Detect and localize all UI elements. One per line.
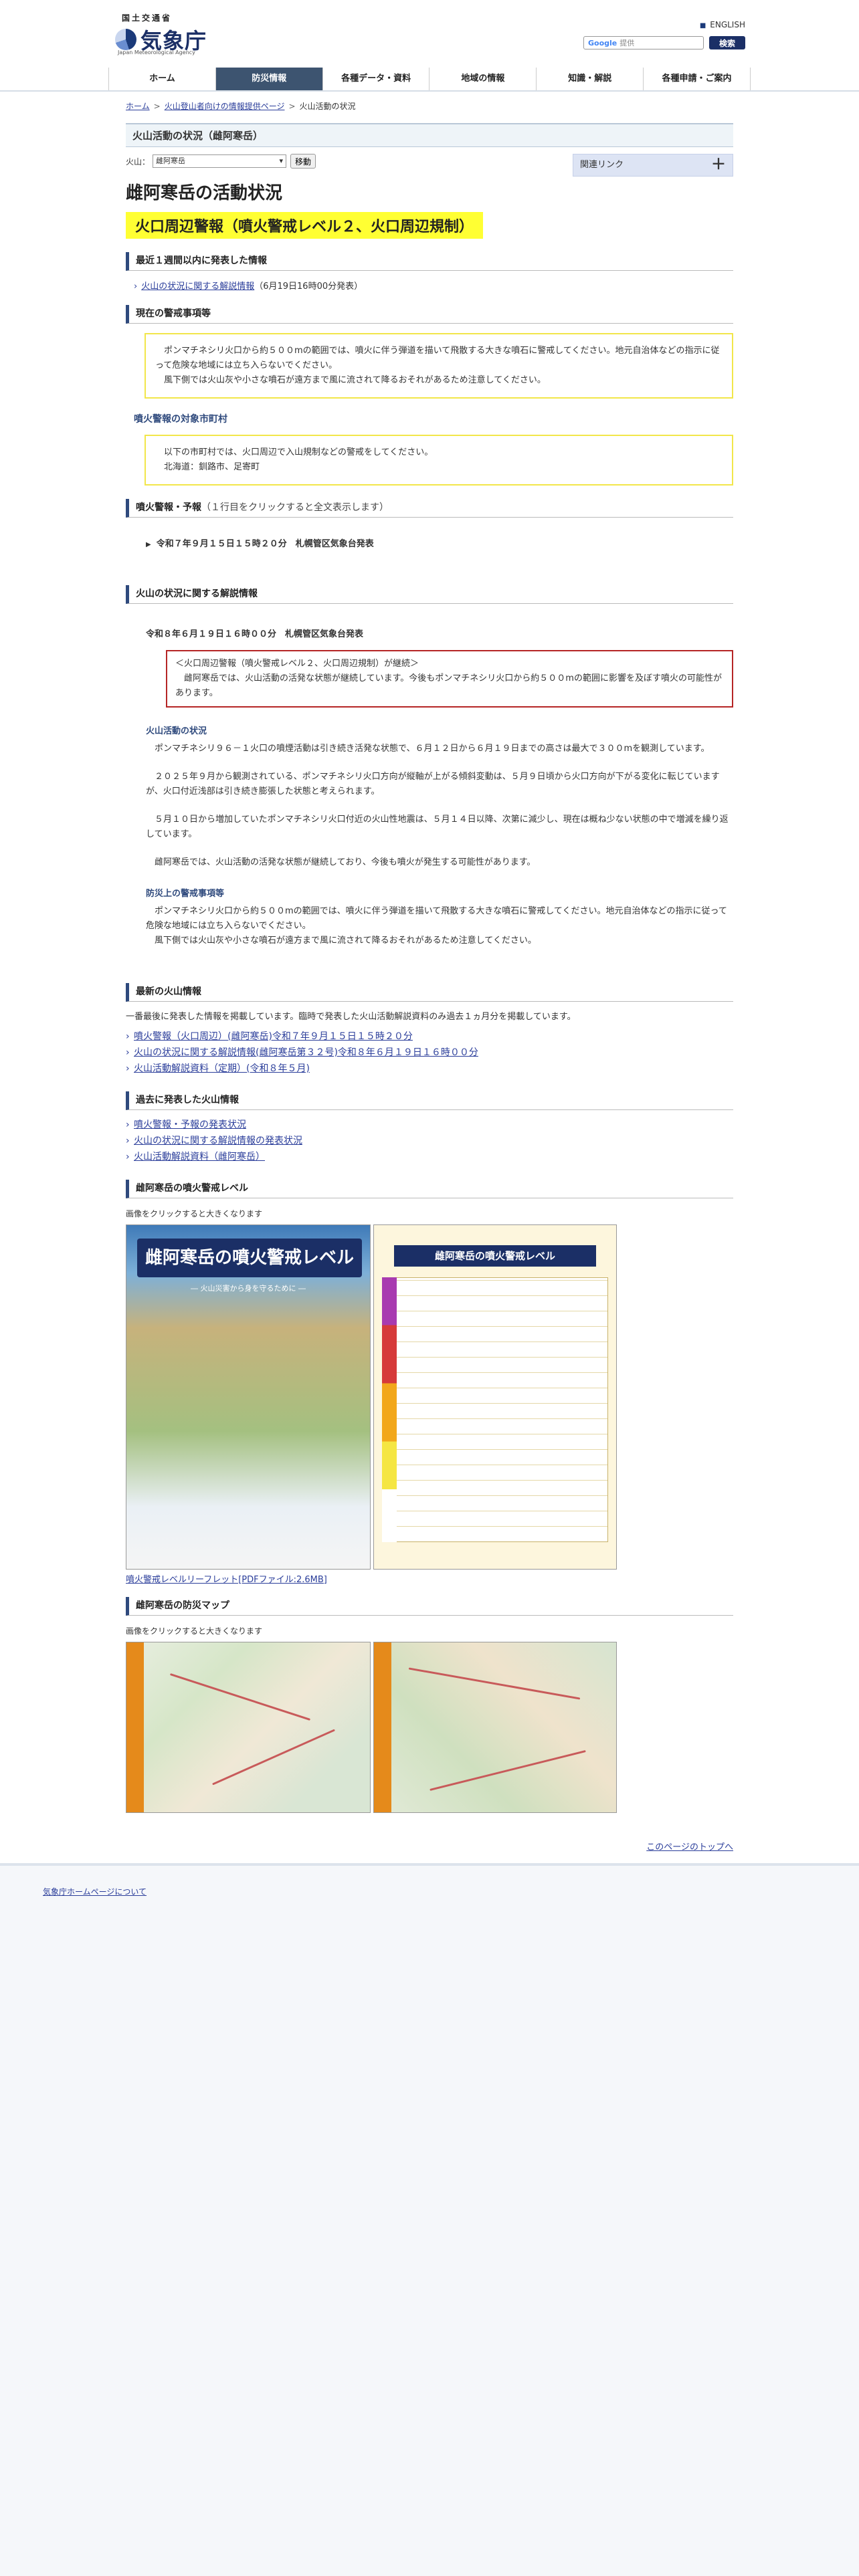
activity-para-3: ５月１０日から増加していたポンマチネシリ火口付近の火山性地震は、５月１４日以降、… — [146, 815, 729, 839]
breadcrumb: ホーム > 火山登山者向けの情報提供ページ > 火山活動の状況 — [126, 102, 356, 111]
latest-info-list: 噴火警報（火口周辺）(雌阿寒岳)令和７年９月１５日１５時２０分 火山の状況に関す… — [126, 1029, 733, 1077]
hazard-map-caption: 画像をクリックすると大きくなります — [126, 1626, 263, 1636]
page-title: 雌阿寒岳の活動状況 — [126, 183, 283, 203]
breadcrumb-volcano-climbers[interactable]: 火山登山者向けの情報提供ページ — [165, 102, 285, 111]
past-link-commentary[interactable]: 火山の状況に関する解説情報の発表状況 — [126, 1133, 733, 1149]
hazard-map-front-image[interactable] — [126, 1642, 371, 1813]
leaflet-pdf-link[interactable]: 噴火警戒レベルリーフレット[PDFファイル:2.6MB] — [126, 1572, 327, 1585]
precaution-para-2: 風下側では火山灰や小さな噴石が遠方まで風に流されて降るおそれがあるため注意してく… — [155, 936, 537, 946]
warning-heading: 現在の警戒事項等 — [126, 305, 733, 324]
leaflet-subtitle: ― 火山災害から身を守るために ― — [191, 1284, 306, 1293]
alert-level-images: 雌阿寒岳の噴火警戒レベル ― 火山災害から身を守るために ― 雌阿寒岳の噴火警戒… — [126, 1224, 733, 1570]
past-link-reports[interactable]: 火山活動解説資料（雌阿寒岳） — [126, 1149, 733, 1165]
related-links-label: 関連リンク — [580, 160, 624, 170]
breadcrumb-current: 火山活動の状況 — [299, 102, 356, 111]
level-color-bar — [382, 1277, 397, 1542]
alert-level-caption: 画像をクリックすると大きくなります — [126, 1209, 263, 1218]
map-road — [169, 1673, 311, 1721]
recent-info-heading: 最近１週間以内に発表した情報 — [126, 252, 733, 271]
bulletin-toggle[interactable]: 令和７年９月１５日１５時２０分 札幌管区気象台発表 — [146, 536, 733, 549]
commentary-summary-text: 雌阿寒岳では、火山活動の活発な状態が継続しています。今後もポンマチネシリ火口から… — [175, 673, 722, 698]
main-content: ホーム > 火山登山者向けの情報提供ページ > 火山活動の状況 火山活動の状況（雌阿寒岳… — [126, 100, 733, 1852]
search-placeholder: 提供 — [619, 39, 635, 47]
target-municipalities-heading: 噴火警報の対象市町村 — [134, 414, 227, 425]
nav-disaster-info[interactable]: 防災情報 — [215, 68, 322, 90]
map-road — [408, 1667, 581, 1700]
volcano-dropdown[interactable]: 雌阿寒岳 — [153, 154, 287, 168]
alert-level-heading: 雌阿寒岳の噴火警戒レベル — [126, 1180, 733, 1198]
nav-applications[interactable]: 各種申請・ご案内 — [643, 68, 751, 90]
ministry-name: 国土交通省 — [122, 13, 173, 23]
activity-para-4: 雌阿寒岳では、火山活動の活発な状態が継続しており、今後も噴火が発生する可能性があ… — [155, 857, 536, 867]
site-search: Google 提供 検索 — [583, 36, 745, 49]
bulletin-heading: 噴火警報・予報（１行目をクリックすると全文表示します） — [126, 499, 733, 518]
page-top-link[interactable]: このページのトップへ — [646, 1842, 733, 1852]
recent-commentary-time: （6月19日16時00分発表） — [254, 282, 363, 292]
warning-box: ポンマチネシリ火口から約５００mの範囲では、噴火に伴う弾道を描いて飛散する大きな… — [145, 333, 733, 399]
past-info-list: 噴火警報・予報の発表状況 火山の状況に関する解説情報の発表状況 火山活動解説資料… — [126, 1117, 733, 1165]
volcano-label: 火山： — [126, 156, 151, 167]
nav-knowledge[interactable]: 知識・解説 — [536, 68, 644, 90]
commentary-heading: 火山の状況に関する解説情報 — [126, 585, 733, 604]
google-label: Google — [588, 38, 617, 47]
move-button[interactable]: 移動 — [290, 154, 316, 169]
search-button[interactable]: 検索 — [709, 36, 745, 49]
related-links-toggle[interactable]: 関連リンク ＋ — [573, 154, 733, 177]
leaflet-title: 雌阿寒岳の噴火警戒レベル — [137, 1239, 362, 1277]
activity-status-heading: 火山活動の状況 — [146, 726, 207, 736]
jma-emblem-icon — [115, 29, 136, 50]
page-heading: 火山活動の状況（雌阿寒岳） — [126, 123, 733, 147]
target-box: 以下の市町村では、火口周辺で入山規制などの警戒をしてください。 北海道：釧路市、… — [145, 435, 733, 486]
global-nav: ホーム 防災情報 各種データ・資料 地域の情報 知識・解説 各種申請・ご案内 — [108, 68, 751, 90]
nav-home[interactable]: ホーム — [108, 68, 215, 90]
past-info-heading: 過去に発表した火山情報 — [126, 1091, 733, 1110]
warning-text-1: ポンマチネシリ火口から約５００mの範囲では、噴火に伴う弾道を描いて飛散する大きな… — [155, 346, 720, 370]
latest-link-monthly-report[interactable]: 火山活動解説資料（定期）(令和８年５月) — [126, 1061, 733, 1077]
nav-regional[interactable]: 地域の情報 — [429, 68, 537, 90]
recent-commentary-link[interactable]: 火山の状況に関する解説情報 — [141, 282, 254, 292]
about-site-link[interactable]: 気象庁ホームページについて — [43, 1886, 147, 1897]
latest-info-intro: 一番最後に発表した情報を掲載しています。臨時で発表した火山活動解説資料のみ過去１… — [126, 1012, 576, 1022]
target-text-1: 以下の市町村では、火口周辺で入山規制などの警戒をしてください。 — [164, 447, 434, 457]
alert-level-banner: 火口周辺警報（噴火警戒レベル２、火口周辺規制） — [126, 212, 484, 239]
leaflet-front-image[interactable]: 雌阿寒岳の噴火警戒レベル ― 火山災害から身を守るために ― — [126, 1224, 371, 1570]
target-text-2: 北海道：釧路市、足寄町 — [164, 462, 260, 472]
breadcrumb-home[interactable]: ホーム — [126, 102, 150, 111]
english-link[interactable]: ENGLISH — [700, 20, 745, 29]
latest-info-heading: 最新の火山情報 — [126, 983, 733, 1002]
activity-para-1: ポンマチネシリ９６－１火口の噴煙活動は引き続き活発な状態で、６月１２日から６月１… — [155, 744, 710, 754]
precaution-para-1: ポンマチネシリ火口から約５００mの範囲では、噴火に伴う弾道を描いて飛散する大きな… — [146, 906, 727, 931]
leaflet-table-image[interactable]: 雌阿寒岳の噴火警戒レベル — [373, 1224, 617, 1570]
site-header: 国土交通省 気象庁 Japan Meteorological Agency EN… — [0, 0, 859, 67]
map-road — [212, 1729, 335, 1786]
leaflet-table-title: 雌阿寒岳の噴火警戒レベル — [394, 1245, 596, 1267]
recent-info-item: 火山の状況に関する解説情報（6月19日16時00分発表） — [126, 279, 733, 292]
map-side-strip — [126, 1642, 144, 1812]
volcano-selector: 火山： 雌阿寒岳 移動 関連リンク ＋ — [126, 152, 733, 177]
commentary-issued: 令和８年６月１９日１６時００分 札幌管区気象台発表 — [146, 629, 364, 639]
search-input[interactable]: Google 提供 — [583, 36, 704, 49]
past-link-warnings[interactable]: 噴火警報・予報の発表状況 — [126, 1117, 733, 1133]
hazard-map-images — [126, 1642, 733, 1813]
commentary-summary-title: ＜火口周辺警報（噴火警戒レベル２、火口周辺規制）が継続＞ — [175, 659, 419, 669]
map-road — [430, 1750, 586, 1791]
nav-data[interactable]: 各種データ・資料 — [322, 68, 430, 90]
plus-icon: ＋ — [710, 156, 726, 173]
precaution-heading: 防災上の警戒事項等 — [146, 889, 225, 899]
level-table-grid — [382, 1277, 608, 1542]
map-side-strip — [374, 1642, 391, 1812]
page-top-row: このページのトップへ — [126, 1840, 733, 1852]
warning-text-2: 風下側では火山灰や小さな噴石が遠方まで風に流されて降るおそれがあるため注意してく… — [164, 375, 546, 385]
nav-underline — [0, 90, 859, 92]
latest-link-eruption-warning[interactable]: 噴火警報（火口周辺）(雌阿寒岳)令和７年９月１５日１５時２０分 — [126, 1029, 733, 1045]
commentary-summary-box: ＜火口周辺警報（噴火警戒レベル２、火口周辺規制）が継続＞ 雌阿寒岳では、火山活動… — [166, 650, 733, 708]
bulletin-note: （１行目をクリックすると全文表示します） — [201, 502, 389, 513]
hazard-map-heading: 雌阿寒岳の防災マップ — [126, 1597, 733, 1616]
activity-para-2: ２０２５年９月から観測されている、ポンマチネシリ火口方向が縦軸が上がる傾斜変動は… — [146, 772, 720, 796]
site-footer: 気象庁ホームページについて — [0, 1863, 859, 2576]
hazard-map-back-image[interactable] — [373, 1642, 617, 1813]
latest-link-commentary[interactable]: 火山の状況に関する解説情報(雌阿寒岳第３２号)令和８年６月１９日１６時００分 — [126, 1045, 733, 1061]
agency-name-en: Japan Meteorological Agency — [118, 49, 195, 56]
